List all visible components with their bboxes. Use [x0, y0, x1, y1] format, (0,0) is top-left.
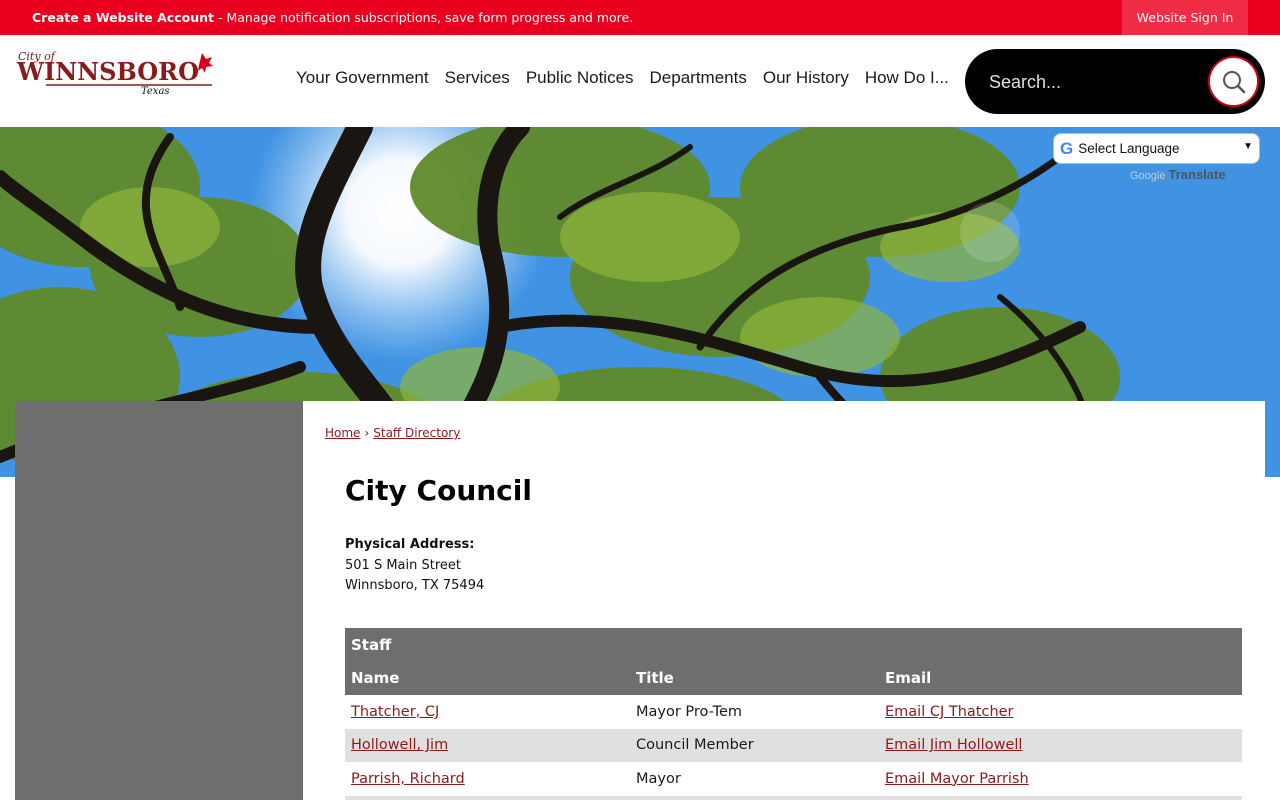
account-description: - Manage notification subscriptions, sav… — [214, 10, 634, 25]
staff-email-link[interactable]: Email Jim Hollowell — [885, 737, 1022, 753]
search-button[interactable] — [1208, 56, 1259, 107]
nav-public-notices[interactable]: Public Notices — [518, 68, 642, 88]
breadcrumb-separator: › — [364, 426, 370, 440]
website-sign-in-button[interactable]: Website Sign In — [1122, 0, 1248, 35]
breadcrumb-home[interactable]: Home — [325, 426, 360, 440]
table-row: Thatcher, CJ Mayor Pro-Tem Email CJ That… — [345, 695, 1242, 729]
breadcrumb: Home › Staff Directory — [325, 426, 460, 440]
staff-table-caption: Staff — [345, 628, 1242, 661]
address-line-2: Winnsboro, TX 75494 — [345, 578, 485, 593]
column-header-title: Title — [630, 661, 879, 695]
site-header: City of WINNSBORO Texas Your Government … — [0, 35, 1280, 127]
left-sidebar — [15, 401, 303, 800]
account-message: Create a Website Account - Manage notifi… — [32, 10, 633, 25]
staff-email-link[interactable]: Email CJ Thatcher — [885, 704, 1014, 720]
staff-name-link[interactable]: Parrish, Richard — [351, 771, 465, 787]
staff-table: Staff Name Title Email Thatcher, CJ Mayo… — [345, 628, 1242, 800]
nav-departments[interactable]: Departments — [642, 68, 755, 88]
city-logo[interactable]: City of WINNSBORO Texas — [16, 45, 216, 97]
address-label: Physical Address: — [345, 537, 475, 552]
leaf-icon — [198, 53, 213, 73]
google-g-icon: G — [1060, 138, 1074, 158]
language-select[interactable]: G Select Language ▼ — [1053, 133, 1260, 164]
nav-services[interactable]: Services — [437, 68, 518, 88]
logo-main-text: WINNSBORO — [16, 57, 199, 86]
table-row: Parrish, Richard Mayor Email Mayor Parri… — [345, 762, 1242, 796]
page-title: City Council — [345, 474, 532, 507]
main-content: Home › Staff Directory City Council Physic… — [303, 401, 1265, 800]
create-account-link[interactable]: Create a Website Account — [32, 10, 214, 25]
address-line-1: 501 S Main Street — [345, 557, 461, 573]
nav-how-do-i[interactable]: How Do I... — [857, 68, 957, 88]
translate-label: Translate — [1168, 167, 1226, 182]
staff-email-link[interactable]: Email Mayor Parrish — [885, 771, 1029, 787]
column-header-name: Name — [345, 661, 630, 695]
breadcrumb-staff-directory[interactable]: Staff Directory — [373, 426, 460, 440]
table-row — [345, 795, 1242, 800]
powered-by-translate[interactable]: Google Translate — [1130, 167, 1226, 182]
google-wordmark: Google — [1130, 170, 1166, 182]
nav-our-history[interactable]: Our History — [755, 68, 857, 88]
table-row: Hollowell, Jim Council Member Email Jim … — [345, 728, 1242, 762]
nav-your-government[interactable]: Your Government — [288, 68, 437, 88]
top-notification-bar: Create a Website Account - Manage notifi… — [0, 0, 1280, 35]
physical-address: Physical Address: 501 S Main Street Winn… — [345, 535, 484, 597]
staff-name-link[interactable]: Hollowell, Jim — [351, 737, 448, 753]
search-input[interactable] — [989, 67, 1189, 97]
staff-title: Mayor Pro-Tem — [636, 703, 743, 720]
staff-title: Council Member — [630, 728, 879, 762]
logo-sub-text: Texas — [141, 86, 170, 97]
chevron-down-icon: ▼ — [1243, 141, 1253, 152]
staff-title: Mayor — [636, 770, 681, 787]
language-select-label: Select Language — [1078, 141, 1180, 156]
main-navigation: Your Government Services Public Notices … — [288, 68, 957, 88]
search-icon — [1222, 70, 1245, 93]
search-box — [965, 49, 1265, 114]
column-header-email: Email — [879, 661, 1242, 695]
staff-name-link[interactable]: Thatcher, CJ — [351, 704, 439, 720]
